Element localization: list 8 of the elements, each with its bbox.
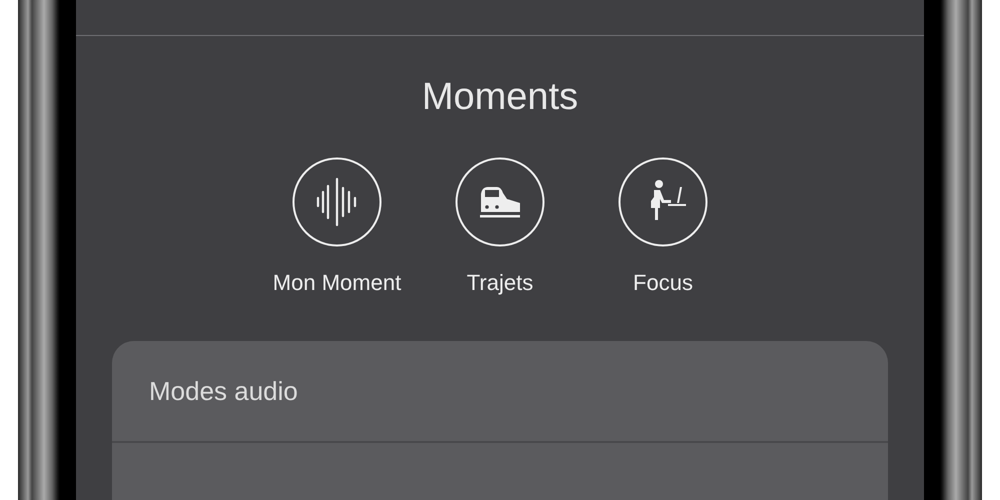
menu-item[interactable]: Modes audio — [112, 341, 888, 443]
person-at-desk-icon[interactable] — [618, 157, 708, 247]
waveform-icon[interactable] — [292, 157, 382, 247]
section-title: Moments — [422, 75, 578, 120]
moment-label: Mon Moment — [272, 269, 402, 297]
train-icon[interactable] — [455, 157, 545, 247]
moment-label: Trajets — [466, 269, 534, 297]
moment-label: Focus — [632, 269, 694, 297]
